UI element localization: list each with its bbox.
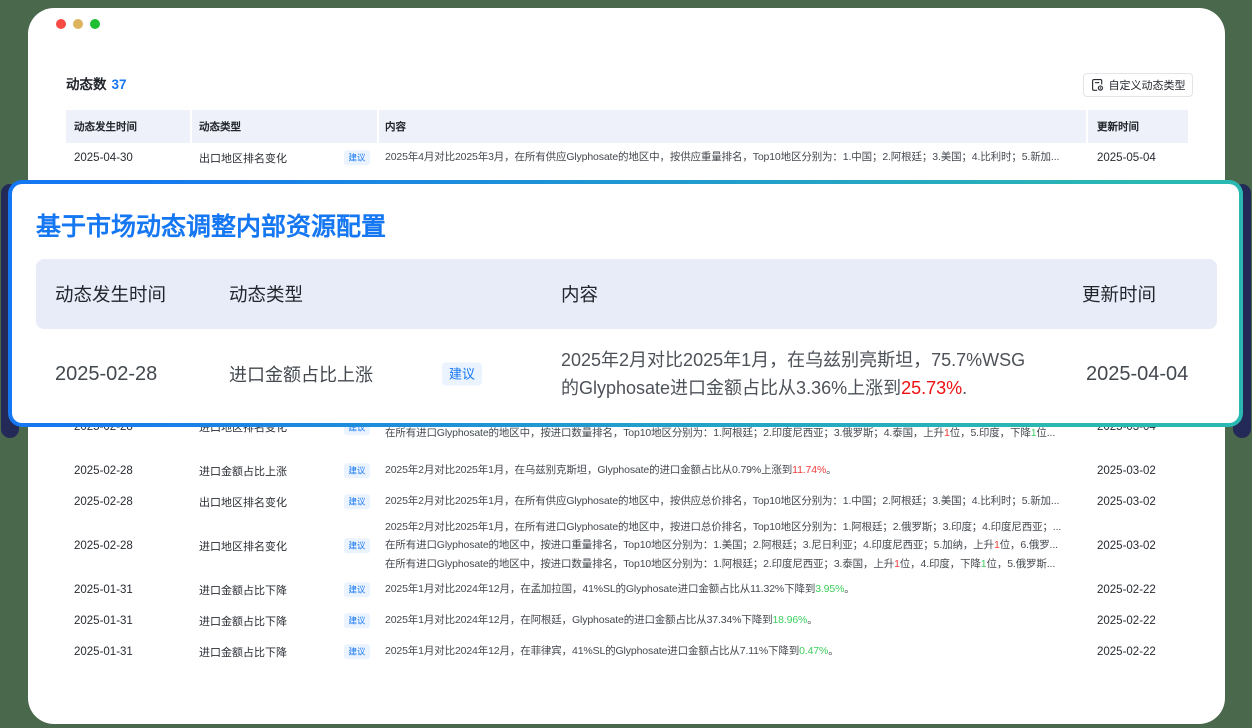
- row-date: 2025-01-31: [66, 636, 190, 667]
- row-type: 出口地区排名变化 建议: [192, 142, 377, 173]
- row-content: 2025年2月对比2025年1月，在所有进口Glyphosate的地区中，按进口…: [379, 517, 1086, 574]
- column-header-occurred-time: 动态发生时间: [66, 110, 190, 143]
- customize-dynamic-type-button[interactable]: 自定义动态类型: [1083, 73, 1193, 97]
- form-gear-icon: [1091, 78, 1104, 92]
- row-type-label: 进口地区排名变化: [199, 538, 287, 554]
- dynamics-count-title: 动态数 37: [66, 77, 127, 93]
- spotlight-column-header-occurred-time: 动态发生时间: [36, 259, 229, 329]
- content-line: 2025年2月对比2025年1月，在乌兹别亮斯坦，75.7%WSG: [561, 346, 1025, 374]
- row-update: 2025-03-02: [1088, 455, 1188, 486]
- customize-dynamic-type-label: 自定义动态类型: [1109, 77, 1186, 93]
- table-header: 动态发生时间 动态类型 内容 更新时间: [66, 110, 1188, 143]
- close-window-button[interactable]: [56, 19, 66, 29]
- row-update: 2025-05-04: [1088, 142, 1188, 173]
- content-line: 2025年2月对比2025年1月，在所有进口Glyphosate的地区中，按进口…: [385, 518, 1086, 537]
- row-content: 2025年1月对比2024年12月，在孟加拉国，41%SL的Glyphosate…: [379, 574, 1086, 605]
- window-controls: [56, 19, 100, 29]
- row-date: 2025-02-28: [66, 486, 190, 517]
- suggestion-tag: 建议: [344, 644, 370, 660]
- row-update: 2025-03-02: [1088, 517, 1188, 574]
- row-date: 2025-02-28: [66, 517, 190, 574]
- column-header-content: 内容: [379, 110, 1086, 143]
- column-header-update-time: 更新时间: [1088, 110, 1188, 143]
- page: 动态数 37: [0, 0, 1252, 728]
- row-type-label: 进口金额占比下降: [199, 582, 287, 598]
- suggestion-tag: 建议: [442, 363, 482, 386]
- table-row: 2025-02-28 出口地区排名变化 建议 2025年2月对比2025年1月，在所有…: [66, 486, 1188, 517]
- suggestion-tag: 建议: [344, 150, 370, 166]
- spotlight-row-update: 2025-04-04: [1082, 329, 1217, 419]
- spotlight-column-header-content: 内容: [561, 259, 1082, 329]
- content-line: 2025年1月对比2024年12月，在孟加拉国，41%SL的Glyphosate…: [385, 580, 1086, 599]
- row-update: 2025-02-22: [1088, 636, 1188, 667]
- spotlight-column-header-dynamic-type: 动态类型: [229, 259, 561, 329]
- spotlight-table-row: 2025-02-28 进口金额占比上涨 建议 2025年2月对比2025年1月，…: [36, 329, 1217, 419]
- row-type-label: 出口地区排名变化: [199, 494, 287, 510]
- column-header-dynamic-type: 动态类型: [192, 110, 377, 143]
- row-date: 2025-01-31: [66, 605, 190, 636]
- content-line: 2025年2月对比2025年1月，在所有供应Glyphosate的地区中，按供应…: [385, 492, 1086, 511]
- row-content: 2025年1月对比2024年12月，在菲律宾，41%SL的Glyphosate进…: [379, 636, 1086, 667]
- suggestion-tag: 建议: [344, 582, 370, 598]
- content-line: 2025年1月对比2024年12月，在菲律宾，41%SL的Glyphosate进…: [385, 642, 1086, 661]
- spotlight-row-type: 进口金额占比上涨 建议: [229, 329, 561, 419]
- row-content: 2025年4月对比2025年3月，在所有供应Glyphosate的地区中，按供应…: [379, 142, 1086, 173]
- row-type-label: 进口金额占比下降: [199, 644, 287, 660]
- row-type: 进口金额占比下降 建议: [192, 636, 377, 667]
- content-line: 2025年4月对比2025年3月，在所有供应Glyphosate的地区中，按供应…: [385, 148, 1086, 167]
- maximize-window-button[interactable]: [90, 19, 100, 29]
- table-row: 2025-04-30 出口地区排名变化 建议 2025年4月对比2025年3月，在所有…: [66, 142, 1188, 173]
- row-content: 2025年1月对比2024年12月，在阿根廷，Glyphosate的进口金额占比…: [379, 605, 1086, 636]
- row-type-label: 进口金额占比上涨: [199, 463, 287, 479]
- spotlight-row-date: 2025-02-28: [36, 329, 229, 419]
- row-content: 2025年2月对比2025年1月，在所有供应Glyphosate的地区中，按供应…: [379, 486, 1086, 517]
- spotlight-card-body: 基于市场动态调整内部资源配置 动态发生时间 动态类型 内容 更新时间 2025-…: [12, 184, 1239, 423]
- row-type: 进口地区排名变化 建议: [192, 517, 377, 574]
- row-type: 进口金额占比下降 建议: [192, 574, 377, 605]
- suggestion-tag: 建议: [344, 613, 370, 629]
- content-line: 在所有进口Glyphosate的地区中，按进口数量排名，Top10地区分别为：1…: [385, 555, 1086, 574]
- row-date: 2025-04-30: [66, 142, 190, 173]
- content-line: 的Glyphosate进口金额占比从3.36%上涨到25.73%.: [561, 374, 967, 402]
- row-type: 进口金额占比下降 建议: [192, 605, 377, 636]
- suggestion-tag: 建议: [344, 538, 370, 554]
- row-update: 2025-02-22: [1088, 605, 1188, 636]
- row-type-label: 进口金额占比下降: [199, 613, 287, 629]
- spotlight-column-header-update-time: 更新时间: [1082, 259, 1217, 329]
- table-row: 2025-01-31 进口金额占比下降 建议 2025年1月对比2024年12月，在孟…: [66, 574, 1188, 605]
- content-line: 2025年1月对比2024年12月，在阿根廷，Glyphosate的进口金额占比…: [385, 611, 1086, 630]
- minimize-window-button[interactable]: [73, 19, 83, 29]
- row-type-label: 出口地区排名变化: [199, 150, 287, 166]
- spotlight-row-type-label: 进口金额占比上涨: [229, 361, 373, 387]
- spotlight-table-header: 动态发生时间 动态类型 内容 更新时间: [36, 259, 1217, 329]
- table-row: 2025-02-28 进口金额占比上涨 建议 2025年2月对比2025年1月，在乌兹…: [66, 455, 1188, 486]
- row-date: 2025-02-28: [66, 455, 190, 486]
- dynamics-count-value: 37: [112, 77, 127, 92]
- spotlight-row-content: 2025年2月对比2025年1月，在乌兹别亮斯坦，75.7%WSG的Glypho…: [561, 329, 1082, 419]
- suggestion-tag: 建议: [344, 463, 370, 479]
- row-type: 进口金额占比上涨 建议: [192, 455, 377, 486]
- row-content: 2025年2月对比2025年1月，在乌兹别克斯坦，Glyphosate的进口金额…: [379, 455, 1086, 486]
- suggestion-tag: 建议: [344, 494, 370, 510]
- dynamics-count-label: 动态数: [66, 77, 107, 92]
- content-line: 2025年2月对比2025年1月，在乌兹别克斯坦，Glyphosate的进口金额…: [385, 461, 1086, 480]
- table-row: 2025-02-28 进口地区排名变化 建议 2025年2月对比2025年1月，在所有…: [66, 517, 1188, 574]
- row-update: 2025-02-22: [1088, 574, 1188, 605]
- row-type: 出口地区排名变化 建议: [192, 486, 377, 517]
- row-update: 2025-03-02: [1088, 486, 1188, 517]
- content-line: 在所有进口Glyphosate的地区中，按进口重量排名，Top10地区分别为：1…: [385, 536, 1086, 555]
- row-date: 2025-01-31: [66, 574, 190, 605]
- table-row: 2025-01-31 进口金额占比下降 建议 2025年1月对比2024年12月，在菲…: [66, 636, 1188, 667]
- spotlight-card: 基于市场动态调整内部资源配置 动态发生时间 动态类型 内容 更新时间 2025-…: [8, 180, 1243, 427]
- spotlight-title: 基于市场动态调整内部资源配置: [36, 212, 1217, 242]
- table-row: 2025-01-31 进口金额占比下降 建议 2025年1月对比2024年12月，在阿…: [66, 605, 1188, 636]
